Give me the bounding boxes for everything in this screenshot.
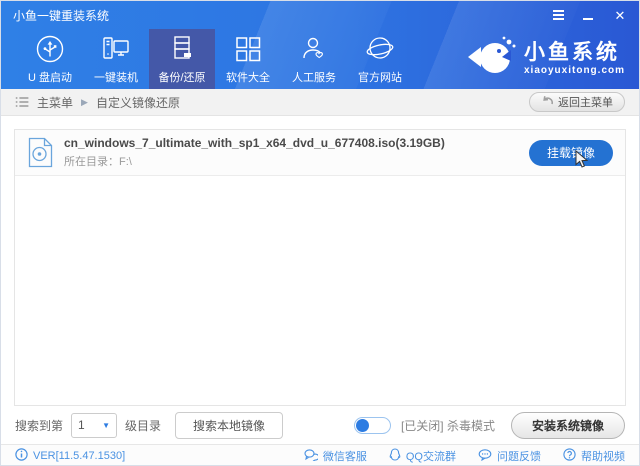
wechat-support-link[interactable]: 微信客服 xyxy=(304,448,367,464)
wechat-icon xyxy=(304,448,320,464)
nav-label: U 盘启动 xyxy=(28,71,72,84)
feedback-bubble-icon xyxy=(478,448,492,464)
depth-select[interactable]: 1 ▼ xyxy=(71,412,118,438)
backup-restore-icon xyxy=(167,34,197,64)
breadcrumb-root[interactable]: 主菜单 xyxy=(37,94,73,111)
header: 小鱼一键重装系统 ✕ U 盘启动 一键装机 备份/还原 软件大全 人工服务 官方… xyxy=(1,1,639,89)
nav-item-usb-boot[interactable]: U 盘启动 xyxy=(17,29,83,89)
list-icon xyxy=(15,96,29,108)
footer-link-label: 微信客服 xyxy=(322,451,367,463)
nav-item-support[interactable]: 人工服务 xyxy=(281,29,347,89)
usb-icon xyxy=(35,34,65,64)
search-depth-suffix: 级目录 xyxy=(125,418,162,433)
iso-location: 所在目录：F:\ xyxy=(64,156,132,168)
depth-value: 1 xyxy=(78,418,85,432)
back-button-label: 返回主菜单 xyxy=(558,97,613,109)
titlebar: 小鱼一键重装系统 ✕ xyxy=(1,1,639,29)
minimize-icon[interactable] xyxy=(583,11,597,20)
antivirus-status-label: [已关闭] 杀毒模式 xyxy=(400,418,495,433)
qq-group-link[interactable]: QQ交流群 xyxy=(389,448,456,464)
nav-label: 备份/还原 xyxy=(158,71,206,84)
nav-label: 一键装机 xyxy=(94,71,138,84)
brand-name: 小鱼系统 xyxy=(523,41,620,64)
bottom-controls: 搜索到第 1 ▼ 级目录 搜索本地镜像 [已关闭] 杀毒模式 安装系统镜像 xyxy=(1,406,639,444)
feedback-link[interactable]: 问题反馈 xyxy=(478,448,541,464)
nav-item-software[interactable]: 软件大全 xyxy=(215,29,281,89)
nav-item-website[interactable]: 官方网站 xyxy=(347,29,413,89)
return-arrow-icon xyxy=(541,95,553,109)
mount-image-button[interactable]: 挂载镜像 xyxy=(528,139,613,166)
qq-penguin-icon xyxy=(389,448,401,464)
back-to-main-menu-button[interactable]: 返回主菜单 xyxy=(529,92,625,112)
chevron-down-icon: ▼ xyxy=(102,420,111,430)
brand-domain: xiaoyuxitong.com xyxy=(523,65,625,76)
search-local-images-button[interactable]: 搜索本地镜像 xyxy=(175,411,284,439)
help-icon xyxy=(563,448,576,464)
help-video-link[interactable]: 帮助视频 xyxy=(563,448,625,464)
menu-icon[interactable] xyxy=(553,10,567,20)
info-icon xyxy=(15,448,28,464)
window-title: 小鱼一键重装系统 xyxy=(13,8,110,23)
disc-file-icon xyxy=(27,137,54,168)
toggle-knob xyxy=(355,418,369,432)
nav-label: 官方网站 xyxy=(358,71,402,84)
antivirus-toggle[interactable] xyxy=(353,416,391,434)
nav-label: 软件大全 xyxy=(226,71,270,84)
fish-logo-icon xyxy=(466,34,516,85)
breadcrumb-bar: 主菜单 ▶ 自定义镜像还原 返回主菜单 xyxy=(1,89,639,116)
close-icon[interactable]: ✕ xyxy=(613,9,627,22)
nav-label: 人工服务 xyxy=(292,71,336,84)
main-nav: U 盘启动 一键装机 备份/还原 软件大全 人工服务 官方网站 小鱼系统 xia… xyxy=(1,29,639,89)
search-depth-prefix: 搜索到第 xyxy=(15,418,64,433)
breadcrumb-current: 自定义镜像还原 xyxy=(95,95,180,110)
breadcrumb-separator-icon: ▶ xyxy=(81,96,88,107)
globe-icon xyxy=(365,34,395,64)
nav-item-one-key-install[interactable]: 一键装机 xyxy=(83,29,149,89)
brand-logo: 小鱼系统 xiaoyuxitong.com xyxy=(466,29,625,89)
app-window: 小鱼一键重装系统 ✕ U 盘启动 一键装机 备份/还原 软件大全 人工服务 官方… xyxy=(0,0,640,466)
main-content: cn_windows_7_ultimate_with_sp1_x64_dvd_u… xyxy=(1,116,639,444)
nav-item-backup-restore[interactable]: 备份/还原 xyxy=(149,29,215,89)
computer-icon xyxy=(101,34,131,64)
version-info: VER[11.5.47.1530] xyxy=(15,448,125,464)
footer-link-label: 帮助视频 xyxy=(581,451,625,463)
footer: VER[11.5.47.1530] 微信客服 QQ交流群 问题反馈 帮助视频 xyxy=(1,444,639,465)
person-service-icon xyxy=(299,34,329,64)
iso-file-row[interactable]: cn_windows_7_ultimate_with_sp1_x64_dvd_u… xyxy=(15,130,625,176)
image-list-panel: cn_windows_7_ultimate_with_sp1_x64_dvd_u… xyxy=(14,129,626,406)
footer-link-label: QQ交流群 xyxy=(405,451,456,463)
apps-grid-icon xyxy=(233,34,263,64)
install-system-image-button[interactable]: 安装系统镜像 xyxy=(510,411,625,439)
footer-link-label: 问题反馈 xyxy=(497,451,541,463)
version-label: VER[11.5.47.1530] xyxy=(33,450,126,462)
iso-filename: cn_windows_7_ultimate_with_sp1_x64_dvd_u… xyxy=(64,136,445,150)
